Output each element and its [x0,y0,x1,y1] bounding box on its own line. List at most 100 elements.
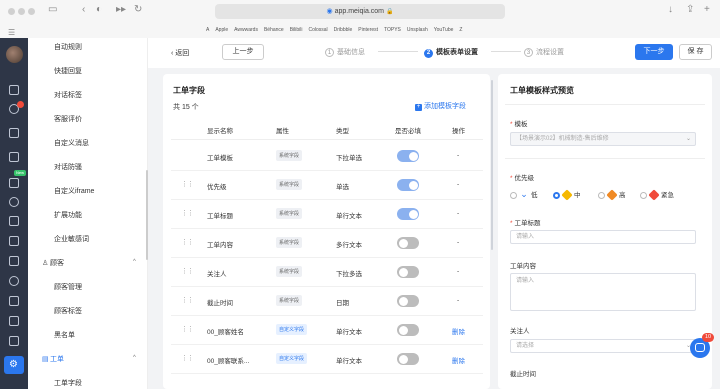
drag-handle-icon[interactable]: ⋮⋮ [181,325,194,333]
sidebar-item-customer-tags[interactable]: 顾客标签 [54,306,82,316]
stats-icon[interactable] [9,236,19,246]
user-icon[interactable] [9,197,19,207]
inbox-icon[interactable] [9,178,19,188]
back-icon[interactable]: ‹ [82,4,85,15]
required-toggle[interactable] [397,208,419,220]
drag-handle-icon[interactable]: ⋮⋮ [181,209,194,217]
shield-check-icon[interactable] [9,276,19,286]
step-process-settings[interactable]: 3 流程设置 [524,47,564,57]
sidebar-item-customer-management[interactable]: 顾客管理 [54,282,82,292]
priority-option[interactable]: 中 [553,189,581,201]
grid-icon[interactable] [9,216,19,226]
sidebar-toggle-icon[interactable]: ▭ [48,4,57,15]
save-button[interactable]: 保 存 [679,44,712,60]
table-row[interactable]: 工单模板 系统字段 下拉单选 - [171,142,483,171]
bookmark-item[interactable]: Z [459,27,462,33]
bookmark-item[interactable]: Awwwards [234,27,258,33]
forward-icon[interactable]: ▸▸ [116,4,126,15]
sidebar-item-auto-rules[interactable]: 自动规则 [54,42,82,52]
drag-handle-icon[interactable]: ⋮⋮ [181,296,194,304]
panel-scrollbar[interactable] [491,80,493,250]
radio-button[interactable] [598,191,605,199]
close-window-dot[interactable] [8,8,15,15]
template-select[interactable]: 【场景演示02】机械制造-售后维修 ⌄ [510,132,696,146]
robot-icon[interactable] [9,316,19,326]
bookmark-item[interactable]: A [206,27,209,33]
sidebar-item-agent-rating[interactable]: 客服评价 [54,114,82,124]
sidebar-item-blacklist[interactable]: 黑名单 [54,330,75,340]
bookmark-item[interactable]: Bilibili [290,27,303,33]
sidebar-item-custom-iframe[interactable]: 自定义iframe [54,186,94,196]
required-toggle[interactable] [397,295,419,307]
table-row[interactable]: ⋮⋮ 截止时间 系统字段 日期 - [171,287,483,316]
table-row[interactable]: ⋮⋮ 00_顾客联系... 自定义字段 单行文本 删除 [171,345,483,374]
share-icon[interactable]: ⇪ [686,4,694,15]
priority-option[interactable]: 紧急 [640,189,674,201]
next-step-button[interactable]: 下一步 [635,44,673,60]
radio-button[interactable] [510,191,517,199]
reload-icon[interactable]: ↻ [134,4,142,15]
sidebar-item-quick-reply[interactable]: 快捷回复 [54,66,82,76]
required-toggle[interactable] [397,179,419,191]
scan-icon[interactable] [9,256,19,266]
shield-icon[interactable]: ◐ [96,4,102,15]
mail-icon[interactable] [9,336,19,346]
bookmark-item[interactable]: Unsplash [407,27,428,33]
download-icon[interactable]: ↓ [668,4,673,15]
table-row[interactable]: ⋮⋮ 关注人 系统字段 下拉多选 - [171,258,483,287]
priority-option[interactable]: ⌄ 低 [510,189,538,200]
table-row[interactable]: ⋮⋮ 00_顾客姓名 自定义字段 单行文本 删除 [171,316,483,345]
sidebar-item-chat-tags[interactable]: 对话标签 [54,90,82,100]
home-icon[interactable] [9,85,19,95]
sidebar-item-extensions[interactable]: 扩展功能 [54,210,82,220]
required-toggle[interactable] [397,266,419,278]
delete-button[interactable]: 删除 [452,355,465,365]
follower-select[interactable]: 请选择 ⌄ [510,339,696,353]
sidebar-item-sensitive-words[interactable]: 企业敏感词 [54,234,89,244]
step-form-settings[interactable]: 2 模板表单设置 [424,47,478,58]
chevron-up-icon[interactable]: ^ [133,259,136,265]
required-toggle[interactable] [397,353,419,365]
bookmark-item[interactable]: Béhance [264,27,284,33]
radio-button[interactable] [553,191,560,199]
layers-icon[interactable] [9,296,19,306]
delete-button[interactable]: 删除 [452,326,465,336]
required-toggle[interactable] [397,324,419,336]
required-toggle[interactable] [397,237,419,249]
message-icon[interactable] [9,152,19,162]
bookmark-item[interactable]: Pinterest [358,27,378,33]
address-bar[interactable]: ◉ app.meiqia.com 🔒 [215,4,505,19]
priority-option[interactable]: 高 [598,189,626,201]
title-input[interactable]: 请输入 [510,230,696,244]
new-tab-icon[interactable]: + [704,4,710,15]
required-toggle[interactable] [397,150,419,162]
prev-step-button[interactable]: 上一步 [222,44,264,60]
drag-handle-icon[interactable]: ⋮⋮ [181,267,194,275]
sidebar-group-customer[interactable]: ♙ 顾客 [42,258,64,268]
minimize-window-dot[interactable] [18,8,25,15]
table-row[interactable]: ⋮⋮ 优先级 系统字段 单选 - [171,171,483,200]
bookmark-item[interactable]: Apple [215,27,228,33]
menu-icon[interactable]: ☰ [8,28,15,37]
settings-rail-item[interactable]: ⚙ [4,356,24,374]
table-row[interactable]: ⋮⋮ 工单内容 系统字段 多行文本 - [171,229,483,258]
sidebar-item-anti-spam[interactable]: 对话防骚 [54,162,82,172]
drag-handle-icon[interactable]: ⋮⋮ [181,238,194,246]
sidebar-item-custom-message[interactable]: 自定义消息 [54,138,89,148]
sidebar-item-ticket-fields[interactable]: 工单字段 [54,378,82,388]
bookmark-item[interactable]: YouTube [434,27,454,33]
step-basic-info[interactable]: 1 基础信息 [325,47,365,57]
bookmark-item[interactable]: Colossal [308,27,327,33]
content-textarea[interactable]: 请输入 [510,273,696,311]
avatar[interactable] [6,46,23,63]
zoom-window-dot[interactable] [28,8,35,15]
back-link[interactable]: ‹ 返回 [171,48,189,58]
table-row[interactable]: ⋮⋮ 工单标题 系统字段 单行文本 - [171,200,483,229]
add-field-button[interactable]: + 添加模板字段 [415,101,466,111]
bookmark-item[interactable]: TOPYS [384,27,401,33]
drag-handle-icon[interactable]: ⋮⋮ [181,354,194,362]
radio-button[interactable] [640,191,647,199]
drag-handle-icon[interactable]: ⋮⋮ [181,180,194,188]
phone-icon[interactable] [9,128,19,138]
sidebar-group-ticket[interactable]: ▤工单 [42,354,64,364]
